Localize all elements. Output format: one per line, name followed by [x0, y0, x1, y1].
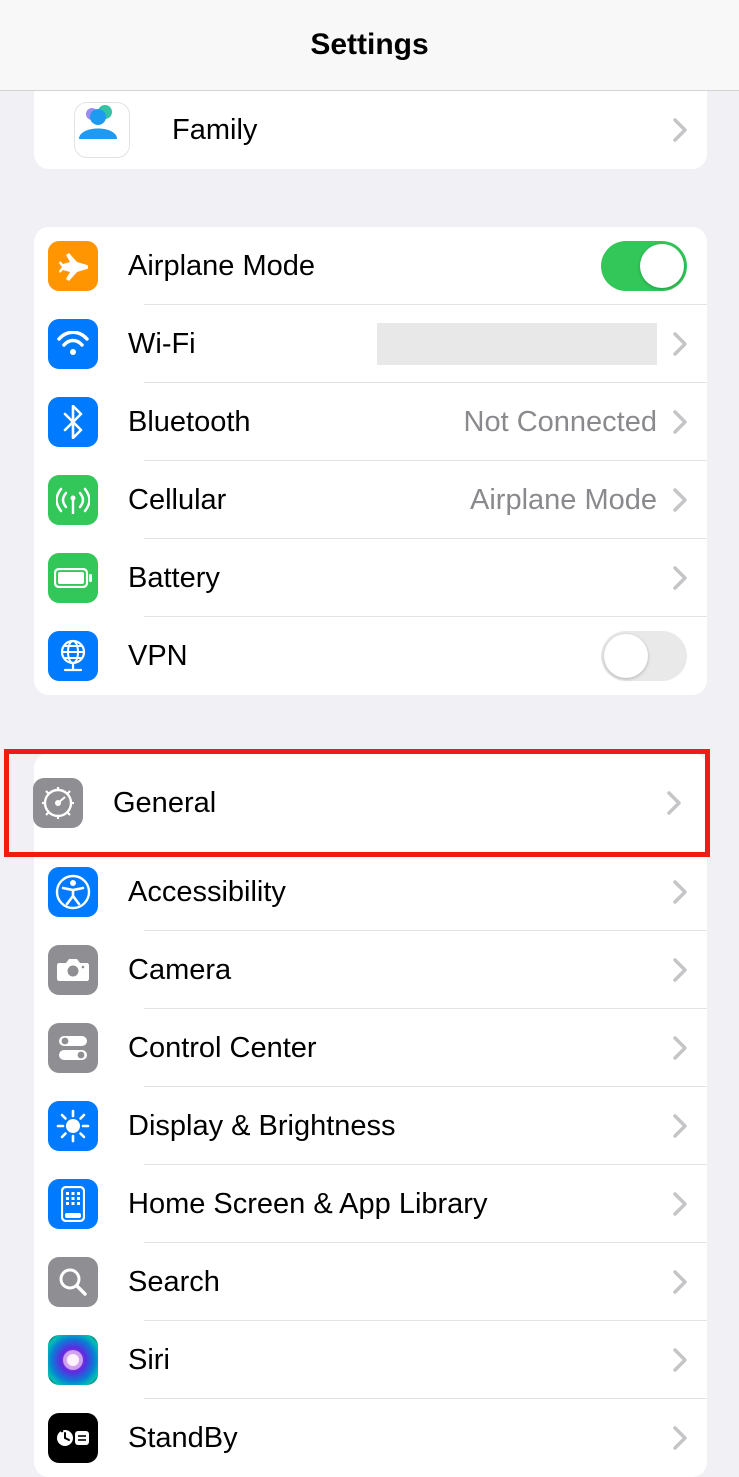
chevron-right-icon [673, 1036, 687, 1060]
chevron-right-icon [673, 566, 687, 590]
bluetooth-detail: Not Connected [464, 406, 657, 439]
chevron-right-icon [673, 1270, 687, 1294]
chevron-right-icon [673, 118, 687, 142]
vpn-label: VPN [128, 640, 188, 673]
row-general[interactable]: General [34, 753, 707, 853]
chevron-right-icon [673, 1348, 687, 1372]
row-family[interactable]: Family [34, 91, 707, 169]
row-home-screen[interactable]: Home Screen & App Library [34, 1165, 707, 1243]
airplane-icon [48, 241, 98, 291]
row-battery[interactable]: Battery [34, 539, 707, 617]
row-bluetooth[interactable]: Bluetooth Not Connected [34, 383, 707, 461]
camera-label: Camera [128, 954, 231, 987]
accessibility-label: Accessibility [128, 876, 286, 909]
group-system: General Accessibility Camera [34, 753, 707, 1477]
chevron-right-icon [673, 1426, 687, 1450]
airplane-label: Airplane Mode [128, 250, 315, 283]
home-screen-label: Home Screen & App Library [128, 1188, 487, 1221]
vpn-toggle[interactable] [601, 631, 687, 681]
row-search[interactable]: Search [34, 1243, 707, 1321]
row-airplane-mode[interactable]: Airplane Mode [34, 227, 707, 305]
wifi-value-redacted [377, 323, 657, 365]
row-control-center[interactable]: Control Center [34, 1009, 707, 1087]
highlight-annotation: General [4, 749, 710, 857]
family-icon [74, 102, 130, 158]
wifi-icon [48, 319, 98, 369]
siri-label: Siri [128, 1344, 170, 1377]
chevron-right-icon [673, 488, 687, 512]
group-connectivity: Airplane Mode Wi-Fi Bluetooth Not Connec… [34, 227, 707, 695]
cellular-icon [48, 475, 98, 525]
camera-icon [48, 945, 98, 995]
cellular-label: Cellular [128, 484, 226, 517]
bluetooth-icon [48, 397, 98, 447]
row-camera[interactable]: Camera [34, 931, 707, 1009]
brightness-icon [48, 1101, 98, 1151]
battery-label: Battery [128, 562, 220, 595]
bluetooth-label: Bluetooth [128, 406, 251, 439]
page-title: Settings [310, 28, 428, 62]
control-center-label: Control Center [128, 1032, 317, 1065]
gear-icon [33, 778, 83, 828]
row-vpn[interactable]: VPN [34, 617, 707, 695]
chevron-right-icon [673, 880, 687, 904]
vpn-icon [48, 631, 98, 681]
settings-header: Settings [0, 0, 739, 91]
search-label: Search [128, 1266, 220, 1299]
control-center-icon [48, 1023, 98, 1073]
search-icon [48, 1257, 98, 1307]
row-accessibility[interactable]: Accessibility [34, 853, 707, 931]
chevron-right-icon [673, 410, 687, 434]
chevron-right-icon [673, 1192, 687, 1216]
airplane-toggle[interactable] [601, 241, 687, 291]
row-standby[interactable]: StandBy [34, 1399, 707, 1477]
family-label: Family [172, 114, 257, 147]
group-account: Family [34, 91, 707, 169]
cellular-detail: Airplane Mode [470, 484, 657, 517]
chevron-right-icon [673, 958, 687, 982]
battery-icon [48, 553, 98, 603]
settings-content: Family Airplane Mode Wi-Fi [0, 91, 739, 1477]
general-label: General [113, 787, 216, 820]
chevron-right-icon [667, 791, 681, 815]
accessibility-icon [48, 867, 98, 917]
display-label: Display & Brightness [128, 1110, 396, 1143]
row-display-brightness[interactable]: Display & Brightness [34, 1087, 707, 1165]
row-cellular[interactable]: Cellular Airplane Mode [34, 461, 707, 539]
wifi-label: Wi-Fi [128, 328, 196, 361]
chevron-right-icon [673, 1114, 687, 1138]
row-wifi[interactable]: Wi-Fi [34, 305, 707, 383]
siri-icon [48, 1335, 98, 1385]
home-screen-icon [48, 1179, 98, 1229]
standby-label: StandBy [128, 1422, 238, 1455]
row-siri[interactable]: Siri [34, 1321, 707, 1399]
standby-icon [48, 1413, 98, 1463]
chevron-right-icon [673, 332, 687, 356]
